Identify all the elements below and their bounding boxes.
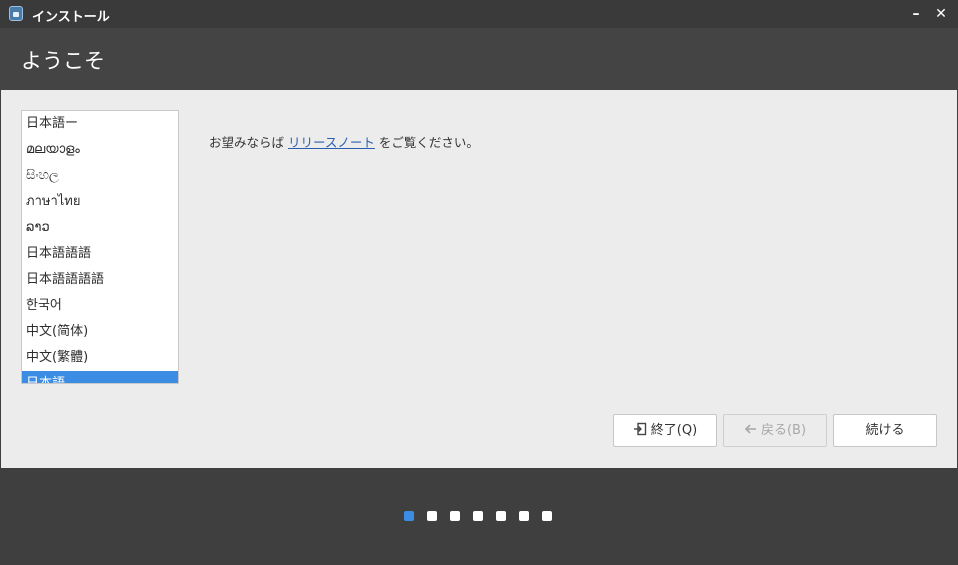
back-button[interactable]: 戻る(B)	[723, 414, 827, 447]
language-item[interactable]: 日本語ー	[22, 111, 178, 137]
language-item[interactable]: 日本語語語	[22, 241, 178, 267]
continue-button-label: 続ける	[865, 423, 905, 438]
arrow-left-icon	[744, 415, 757, 446]
back-button-label: 戻る(B)	[760, 423, 807, 438]
exit-icon	[633, 415, 647, 446]
progress-dot	[542, 511, 552, 521]
language-item[interactable]: ภาษาไทย	[22, 189, 178, 215]
main-content: 日本語ー മലയാളം සිංහල ภาษาไทย ລາວ 日本語語語 日本語語…	[1, 90, 957, 468]
page-title: ようこそ	[21, 49, 105, 73]
close-button[interactable]: ✕	[930, 3, 952, 25]
language-item-selected[interactable]: 日本語	[22, 371, 178, 383]
release-notes-suffix: をご覧ください。	[374, 135, 479, 150]
page-header: ようこそ	[0, 28, 958, 90]
quit-button[interactable]: 終了(Q)	[613, 414, 717, 447]
installer-app-icon	[9, 6, 23, 21]
footer	[0, 468, 958, 565]
language-item[interactable]: සිංහල	[22, 163, 178, 189]
quit-button-label: 終了(Q)	[650, 423, 698, 438]
progress-dot-current	[404, 511, 414, 521]
language-list[interactable]: 日本語ー മലയാളം සිංහල ภาษาไทย ລາວ 日本語語語 日本語語…	[21, 110, 179, 384]
progress-dot	[519, 511, 529, 521]
progress-dot	[496, 511, 506, 521]
language-item[interactable]: 中文(繁體)	[22, 345, 178, 371]
release-notes-prefix: お望みならば	[209, 135, 288, 150]
progress-dot	[473, 511, 483, 521]
language-item[interactable]: 日本語語語語	[22, 267, 178, 293]
minimize-button[interactable]: –	[905, 3, 927, 25]
language-item[interactable]: 中文(简体)	[22, 319, 178, 345]
title-bar: インストール – ✕	[0, 0, 958, 29]
language-item[interactable]: മലയാളം	[22, 137, 178, 163]
progress-dot	[450, 511, 460, 521]
progress-dot	[427, 511, 437, 521]
release-notes-link[interactable]: リリースノート	[288, 135, 375, 150]
window-title: インストール	[32, 10, 110, 25]
release-notes-text: お望みならば リリースノート をご覧ください。	[209, 132, 479, 151]
continue-button[interactable]: 続ける	[833, 414, 937, 447]
language-item[interactable]: ລາວ	[22, 215, 178, 241]
language-item[interactable]: 한국어	[22, 293, 178, 319]
